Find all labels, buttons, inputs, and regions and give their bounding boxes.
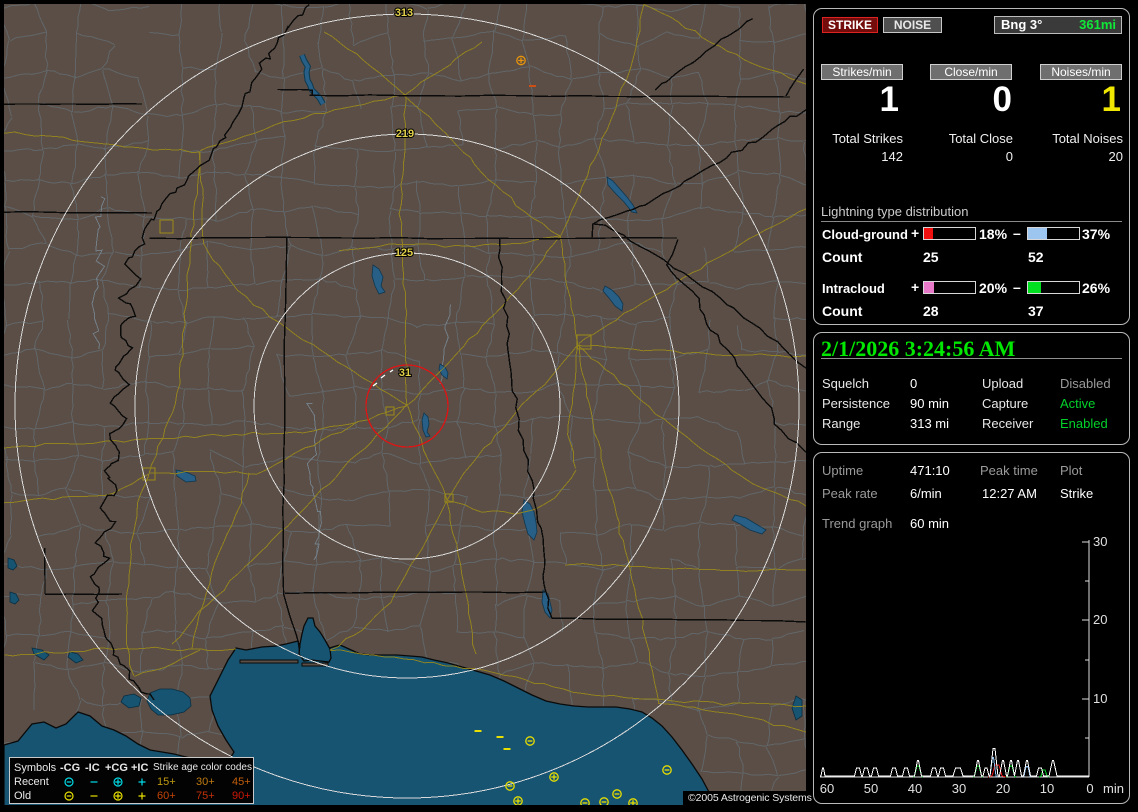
svg-text:30: 30 xyxy=(1093,535,1107,549)
svg-text:0: 0 xyxy=(1086,781,1093,796)
svg-text:125: 125 xyxy=(395,247,413,259)
svg-text:40: 40 xyxy=(908,781,922,796)
svg-text:313: 313 xyxy=(395,7,413,19)
svg-text:50: 50 xyxy=(864,781,878,796)
svg-text:10: 10 xyxy=(1093,691,1107,706)
svg-text:60: 60 xyxy=(820,781,834,796)
svg-text:20: 20 xyxy=(996,781,1010,796)
svg-text:31: 31 xyxy=(399,367,411,379)
svg-text:30: 30 xyxy=(952,781,966,796)
svg-text:min: min xyxy=(1103,781,1124,796)
svg-text:10: 10 xyxy=(1040,781,1054,796)
svg-text:219: 219 xyxy=(396,128,414,140)
svg-text:20: 20 xyxy=(1093,612,1107,627)
